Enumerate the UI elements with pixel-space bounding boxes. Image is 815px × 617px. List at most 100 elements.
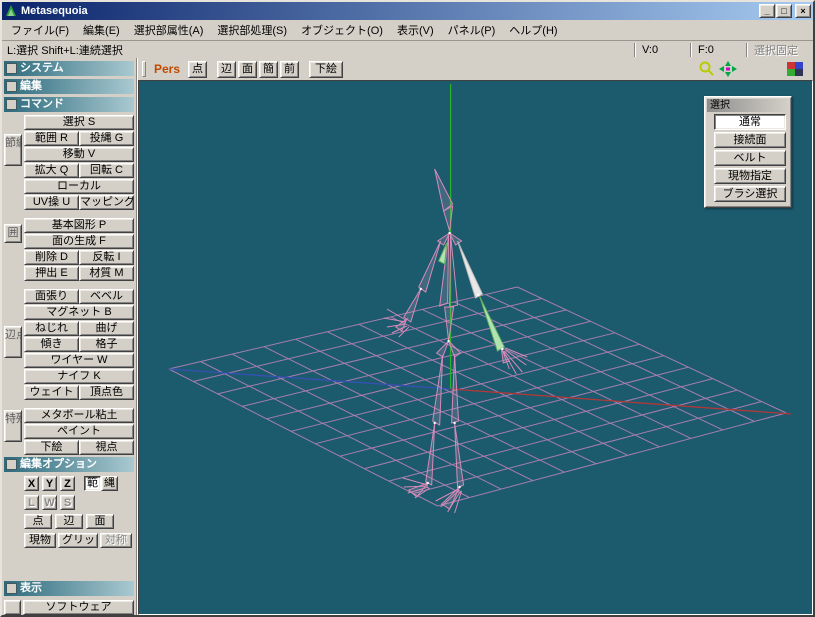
command-category-tab-3[interactable]: 辺点 bbox=[4, 326, 22, 358]
show-edges-button[interactable]: 辺 bbox=[217, 60, 237, 78]
underlay-display-button[interactable]: 下絵 bbox=[309, 60, 344, 78]
cmd-scale-button[interactable]: 拡大 Q bbox=[24, 163, 79, 178]
menu-panel[interactable]: パネル(P) bbox=[441, 20, 503, 40]
cmd-uv-edit-button[interactable]: UV操 U bbox=[24, 195, 79, 210]
menu-help[interactable]: ヘルプ(H) bbox=[502, 20, 564, 40]
menu-file[interactable]: ファイル(F) bbox=[4, 20, 76, 40]
sel-normal-button[interactable]: 通常 bbox=[714, 114, 786, 130]
cmd-extrude-button[interactable]: 押出 E bbox=[24, 266, 79, 281]
cmd-lasso-button[interactable]: 投縄 G bbox=[79, 131, 134, 146]
sel-brush-button[interactable]: ブラシ選択 bbox=[714, 186, 786, 202]
separator bbox=[634, 42, 636, 57]
cmd-lattice-button[interactable]: 格子 bbox=[79, 337, 134, 352]
window-title: Metasequoia bbox=[21, 5, 88, 17]
range-mode-toggle[interactable]: 範 bbox=[84, 476, 101, 491]
panel-header-system[interactable]: システム bbox=[4, 61, 134, 76]
title-bar[interactable]: Metasequoia _ □ × bbox=[2, 2, 813, 20]
axis-gizmo-icon[interactable] bbox=[719, 61, 737, 77]
close-button[interactable]: × bbox=[795, 4, 811, 18]
view-mode-label: Pers bbox=[154, 62, 181, 76]
palette-icon[interactable] bbox=[787, 62, 803, 76]
axis-y-toggle[interactable]: Y bbox=[42, 476, 57, 491]
cmd-weight-button[interactable]: ウェイト bbox=[24, 385, 79, 400]
cmd-tilt-button[interactable]: 傾き bbox=[24, 337, 79, 352]
cmd-rotate-button[interactable]: 回転 C bbox=[79, 163, 134, 178]
cmd-vertex-color-button[interactable]: 頂点色 bbox=[79, 385, 134, 400]
app-icon bbox=[6, 5, 16, 16]
maximize-button[interactable]: □ bbox=[776, 4, 792, 18]
menu-bar: ファイル(F) 編集(E) 選択部属性(A) 選択部処理(S) オブジェクト(O… bbox=[2, 20, 813, 40]
cmd-range-button[interactable]: 範囲 R bbox=[24, 131, 79, 146]
local-l-toggle[interactable]: L bbox=[24, 495, 39, 510]
menu-view[interactable]: 表示(V) bbox=[390, 20, 441, 40]
cmd-bend-button[interactable]: 曲げ bbox=[79, 321, 134, 336]
front-display-button[interactable]: 前 bbox=[280, 60, 300, 78]
lasso-mode-toggle[interactable]: 縄 bbox=[101, 476, 118, 491]
cmd-invert-button[interactable]: 反転 I bbox=[79, 250, 134, 265]
cmd-mapping-button[interactable]: マッピング bbox=[79, 195, 134, 210]
skeleton-model bbox=[383, 168, 528, 514]
vertex-count: V:0 bbox=[642, 43, 659, 56]
cmd-move-button[interactable]: 移動 V bbox=[24, 147, 134, 162]
cmd-primitive-button[interactable]: 基本図形 P bbox=[24, 218, 134, 233]
panel-header-display[interactable]: 表示 bbox=[4, 581, 134, 596]
cmd-bevel-button[interactable]: ベベル bbox=[79, 289, 134, 304]
edit-options-panel: X Y Z 範 縄 L W S 点 辺 面 現物 グリッ 対称 bbox=[2, 474, 136, 552]
cmd-twist-button[interactable]: ねじれ bbox=[24, 321, 79, 336]
cmd-viewpoint-button[interactable]: 視点 bbox=[79, 440, 134, 455]
face-element-toggle[interactable]: 面 bbox=[86, 514, 114, 529]
cmd-local-button[interactable]: ローカル bbox=[24, 179, 134, 194]
cmd-wire-button[interactable]: ワイヤー W bbox=[24, 353, 134, 368]
cmd-delete-button[interactable]: 削除 D bbox=[24, 250, 79, 265]
app-window: Metasequoia _ □ × ファイル(F) 編集(E) 選択部属性(A)… bbox=[0, 0, 815, 617]
view-toolbar: Pers 点 辺 面 簡 前 下絵 bbox=[138, 58, 813, 80]
floor-grid bbox=[168, 286, 787, 507]
cmd-knife-button[interactable]: ナイフ K bbox=[24, 369, 134, 384]
command-category-tab-1[interactable]: 節纏 bbox=[4, 134, 22, 166]
show-points-button[interactable]: 点 bbox=[188, 60, 208, 78]
panel-header-command[interactable]: コマンド bbox=[4, 97, 134, 112]
cmd-create-face-button[interactable]: 面の生成 F bbox=[24, 234, 134, 249]
sel-object-specify-button[interactable]: 現物指定 bbox=[714, 168, 786, 184]
menu-object[interactable]: オブジェクト(O) bbox=[294, 20, 390, 40]
simple-display-button[interactable]: 簡 bbox=[259, 60, 279, 78]
cmd-material-button[interactable]: 材質 M bbox=[79, 266, 134, 281]
cmd-paint-button[interactable]: ペイント bbox=[24, 424, 134, 439]
screen-s-toggle[interactable]: S bbox=[60, 495, 75, 510]
panel-header-edit[interactable]: 編集 bbox=[4, 79, 134, 94]
minimize-button[interactable]: _ bbox=[759, 4, 775, 18]
point-element-toggle[interactable]: 点 bbox=[24, 514, 52, 529]
display-category-tab[interactable] bbox=[4, 600, 21, 615]
sidebar: システム 編集 コマンド 節纏 囲 辺点 特殊 選択 S 範囲 R 投縄 G 移… bbox=[2, 58, 137, 615]
separator bbox=[746, 42, 748, 57]
cmd-select-button[interactable]: 選択 S bbox=[24, 115, 134, 130]
sel-connected-face-button[interactable]: 接続面 bbox=[714, 132, 786, 148]
status-bar: L:選択 Shift+L:連続選択 V:0 F:0 選択固定 bbox=[2, 40, 813, 58]
cmd-metaball-button[interactable]: メタボール粘土 bbox=[24, 408, 134, 423]
cmd-magnet-button[interactable]: マグネット B bbox=[24, 305, 134, 320]
axis-x-toggle[interactable]: X bbox=[24, 476, 39, 491]
sel-belt-button[interactable]: ベルト bbox=[714, 150, 786, 166]
grid-snap-toggle[interactable]: グリッド bbox=[58, 533, 98, 548]
panel-header-edit-options[interactable]: 編集オプション bbox=[4, 457, 134, 472]
software-render-button[interactable]: ソフトウェア bbox=[23, 600, 134, 615]
symmetry-toggle[interactable]: 対称 bbox=[100, 533, 132, 548]
command-category-tab-2[interactable]: 囲 bbox=[4, 224, 22, 243]
menu-edit[interactable]: 編集(E) bbox=[76, 20, 127, 40]
viewport: 選択 通常 接続面 ベルト 現物指定 ブラシ選択 bbox=[138, 80, 813, 615]
zoom-icon[interactable] bbox=[699, 61, 715, 77]
current-object-toggle[interactable]: 現物 bbox=[24, 533, 56, 548]
selection-panel-title[interactable]: 選択 bbox=[707, 99, 789, 112]
menu-selection-attr[interactable]: 選択部属性(A) bbox=[127, 20, 211, 40]
command-category-tab-4[interactable]: 特殊 bbox=[4, 410, 22, 442]
cmd-underlay-button[interactable]: 下絵 bbox=[24, 440, 79, 455]
cmd-face-fill-button[interactable]: 面張り bbox=[24, 289, 79, 304]
axis-z-toggle[interactable]: Z bbox=[60, 476, 75, 491]
menu-selection-proc[interactable]: 選択部処理(S) bbox=[210, 20, 294, 40]
display-panel: ソフトウェア bbox=[2, 598, 136, 615]
show-faces-button[interactable]: 面 bbox=[238, 60, 258, 78]
edge-element-toggle[interactable]: 辺 bbox=[55, 514, 83, 529]
world-w-toggle[interactable]: W bbox=[42, 495, 57, 510]
toolbar-grip[interactable] bbox=[142, 61, 146, 77]
selection-lock-toggle[interactable]: 選択固定 bbox=[751, 42, 809, 58]
